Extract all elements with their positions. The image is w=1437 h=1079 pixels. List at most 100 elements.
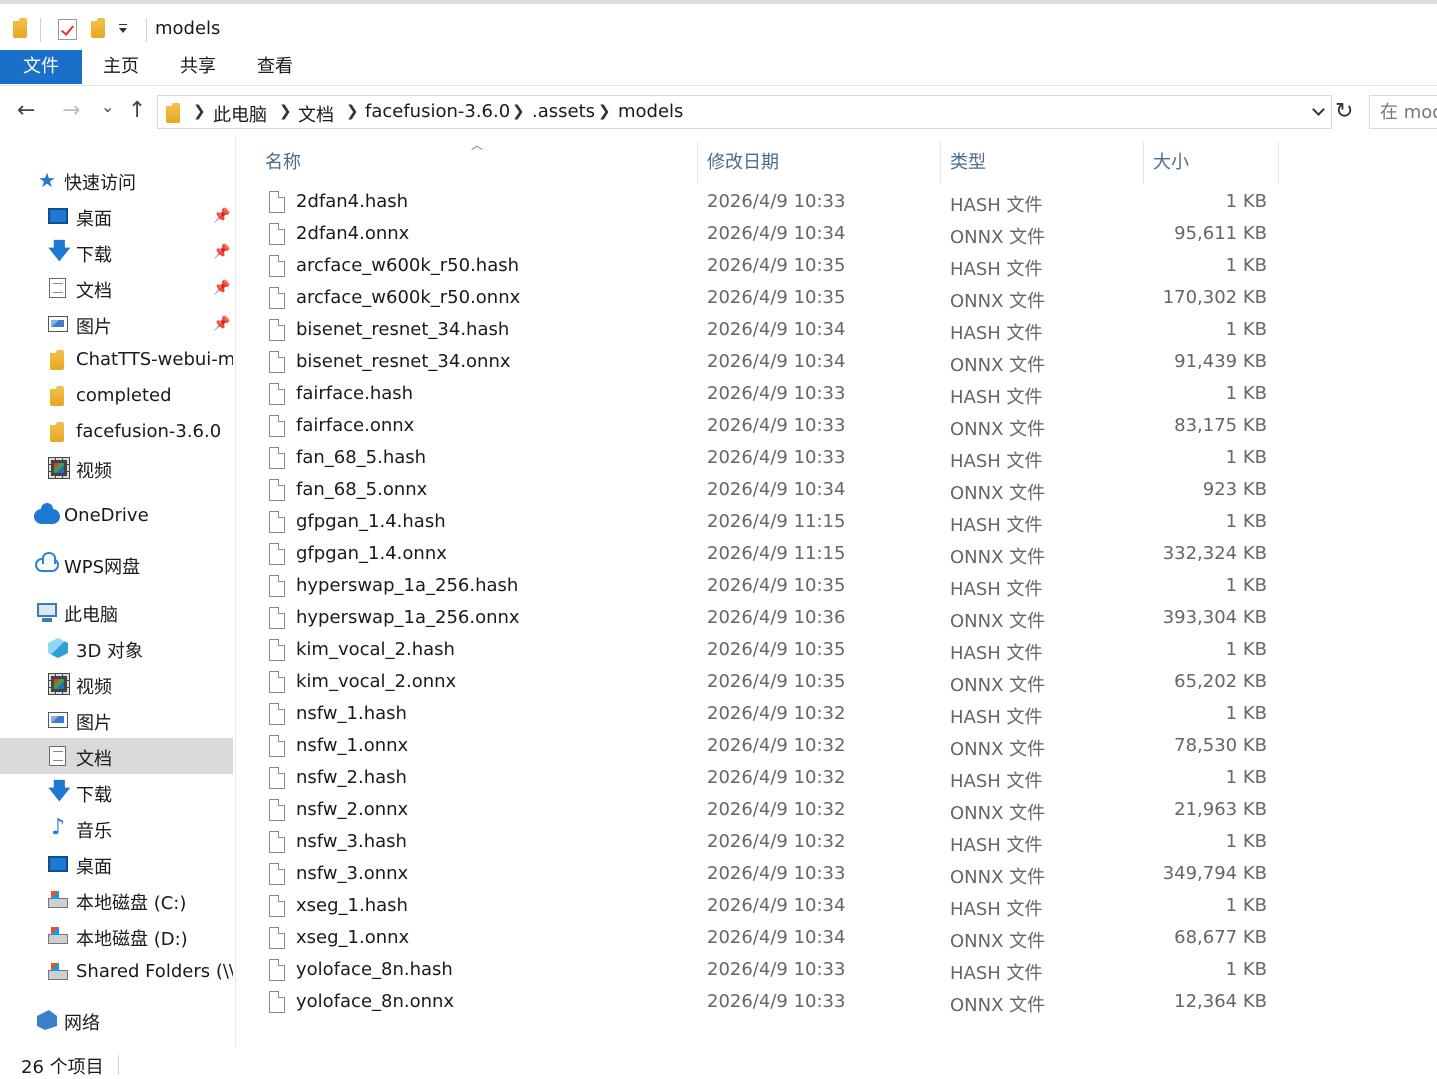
table-row[interactable]: hyperswap_1a_256.hash 2026/4/9 10:35 HASH …	[263, 571, 1279, 603]
file-size: 1 KB	[1225, 831, 1267, 852]
address-dropdown-icon[interactable]	[1312, 103, 1325, 116]
pin-icon[interactable]: 📌	[213, 208, 230, 224]
sidebar-item-3d-objects[interactable]: 3D 对象	[0, 630, 233, 666]
column-header-date[interactable]: 修改日期	[707, 148, 779, 174]
sidebar-item-desktop[interactable]: 桌面 📌	[0, 198, 233, 234]
breadcrumb-documents[interactable]: 文档	[298, 101, 334, 127]
back-button[interactable]: ←	[17, 100, 35, 122]
sidebar-item-label: WPS网盘	[64, 557, 141, 578]
table-row[interactable]: fan_68_5.hash 2026/4/9 10:33 HASH 文件 1 KB	[263, 443, 1279, 475]
column-divider[interactable]	[940, 142, 941, 184]
file-size: 95,611 KB	[1174, 223, 1267, 244]
file-name: arcface_w600k_r50.onnx	[296, 287, 521, 308]
file-date: 2026/4/9 10:32	[707, 831, 846, 852]
table-row[interactable]: gfpgan_1.4.hash 2026/4/9 11:15 HASH 文件 1 KB	[263, 507, 1279, 539]
forward-button[interactable]: →	[62, 100, 80, 122]
sidebar-item-quick-access[interactable]: ★ 快速访问	[0, 162, 233, 198]
sidebar-item-videos-pc[interactable]: 视频	[0, 666, 233, 702]
table-row[interactable]: yoloface_8n.hash 2026/4/9 10:33 HASH 文件 1 K…	[263, 955, 1279, 987]
sidebar-item-drive-c[interactable]: 本地磁盘 (C:)	[0, 882, 233, 918]
sidebar-item-label: 下载	[76, 785, 112, 806]
sidebar-item-downloads[interactable]: 🡇 下载 📌	[0, 234, 233, 270]
pin-icon[interactable]: 📌	[213, 316, 230, 332]
sidebar-item-chattts[interactable]: ChatTTS-webui-m	[0, 342, 233, 378]
file-size: 923 KB	[1202, 479, 1267, 500]
table-row[interactable]: 2dfan4.onnx 2026/4/9 10:34 ONNX 文件 95,611 K…	[263, 219, 1279, 251]
recent-locations-dropdown[interactable]: ⌄	[101, 96, 114, 118]
breadcrumb-assets[interactable]: .assets	[532, 101, 595, 122]
sidebar-item-pictures[interactable]: 图片 📌	[0, 306, 233, 342]
table-row[interactable]: arcface_w600k_r50.hash 2026/4/9 10:35 HASH…	[263, 251, 1279, 283]
file-name: xseg_1.hash	[296, 895, 408, 916]
sidebar-item-documents-pc[interactable]: 文档	[0, 738, 233, 774]
table-row[interactable]: bisenet_resnet_34.hash 2026/4/9 10:34 HASH…	[263, 315, 1279, 347]
sidebar-item-this-pc[interactable]: 此电脑	[0, 594, 233, 630]
breadcrumb-this-pc[interactable]: 此电脑	[213, 101, 267, 127]
file-name: bisenet_resnet_34.onnx	[296, 351, 511, 372]
refresh-button[interactable]: ↻	[1335, 99, 1353, 124]
table-row[interactable]: nsfw_3.hash 2026/4/9 10:32 HASH 文件 1 KB	[263, 827, 1279, 859]
column-header-size[interactable]: 大小	[1153, 148, 1189, 174]
table-row[interactable]: gfpgan_1.4.onnx 2026/4/9 11:15 ONNX 文件 332,…	[263, 539, 1279, 571]
file-size: 1 KB	[1225, 895, 1267, 916]
file-date: 2026/4/9 10:35	[707, 639, 846, 660]
address-bar[interactable]: ❯ 此电脑 ❯ 文档 ❯ facefusion-3.6.0 ❯ .assets …	[157, 95, 1332, 129]
up-button[interactable]: ↑	[128, 100, 146, 122]
pin-icon[interactable]: 📌	[213, 244, 230, 260]
sidebar-item-pictures-pc[interactable]: 图片	[0, 702, 233, 738]
table-row[interactable]: fairface.onnx 2026/4/9 10:33 ONNX 文件 83,175…	[263, 411, 1279, 443]
table-row[interactable]: nsfw_3.onnx 2026/4/9 10:33 ONNX 文件 349,794 …	[263, 859, 1279, 891]
sidebar-item-onedrive[interactable]: OneDrive	[0, 498, 233, 534]
column-divider[interactable]	[697, 142, 698, 184]
table-row[interactable]: kim_vocal_2.onnx 2026/4/9 10:35 ONNX 文件 65,…	[263, 667, 1279, 699]
breadcrumb-facefusion[interactable]: facefusion-3.6.0	[365, 101, 510, 122]
table-row[interactable]: yoloface_8n.onnx 2026/4/9 10:33 ONNX 文件 12,…	[263, 987, 1279, 1019]
table-row[interactable]: fairface.hash 2026/4/9 10:33 HASH 文件 1 KB	[263, 379, 1279, 411]
tab-share[interactable]: 共享	[163, 50, 233, 84]
table-row[interactable]: 2dfan4.hash 2026/4/9 10:33 HASH 文件 1 KB	[263, 187, 1279, 219]
new-folder-icon[interactable]	[91, 18, 105, 38]
column-header-name[interactable]: 名称	[265, 148, 301, 174]
pin-icon[interactable]: 📌	[213, 280, 230, 296]
table-row[interactable]: kim_vocal_2.hash 2026/4/9 10:35 HASH 文件 1 K…	[263, 635, 1279, 667]
table-row[interactable]: hyperswap_1a_256.onnx 2026/4/9 10:36 ONNX …	[263, 603, 1279, 635]
file-size: 68,677 KB	[1174, 927, 1267, 948]
file-name: fan_68_5.hash	[296, 447, 427, 468]
customize-toolbar-dropdown-icon[interactable]	[119, 24, 127, 33]
sidebar-item-videos[interactable]: 视频	[0, 450, 233, 486]
sidebar-item-shared-folders[interactable]: Shared Folders (\\vmware-host)	[0, 954, 233, 990]
sidebar-item-facefusion[interactable]: facefusion-3.6.0	[0, 414, 233, 450]
sidebar-item-documents[interactable]: 文档 📌	[0, 270, 233, 306]
properties-check-icon[interactable]	[58, 19, 77, 40]
table-row[interactable]: nsfw_1.hash 2026/4/9 10:32 HASH 文件 1 KB	[263, 699, 1279, 731]
file-size: 83,175 KB	[1174, 415, 1267, 436]
column-divider[interactable]	[1278, 142, 1279, 184]
sidebar-item-downloads-pc[interactable]: 🡇 下载	[0, 774, 233, 810]
sidebar-item-drive-d[interactable]: 本地磁盘 (D:)	[0, 918, 233, 954]
sidebar-item-wps-drive[interactable]: WPS网盘	[0, 546, 233, 582]
search-input[interactable]	[1369, 95, 1437, 129]
table-row[interactable]: bisenet_resnet_34.onnx 2026/4/9 10:34 ONNX…	[263, 347, 1279, 379]
file-name: hyperswap_1a_256.onnx	[296, 607, 520, 628]
table-row[interactable]: xseg_1.onnx 2026/4/9 10:34 ONNX 文件 68,677 K…	[263, 923, 1279, 955]
sidebar-item-desktop-pc[interactable]: 桌面	[0, 846, 233, 882]
table-row[interactable]: fan_68_5.onnx 2026/4/9 10:34 ONNX 文件 923 KB	[263, 475, 1279, 507]
sidebar-item-completed[interactable]: completed	[0, 378, 233, 414]
file-icon	[269, 383, 285, 405]
table-row[interactable]: arcface_w600k_r50.onnx 2026/4/9 10:35 ONNX…	[263, 283, 1279, 315]
column-divider[interactable]	[1143, 142, 1144, 184]
table-row[interactable]: nsfw_2.onnx 2026/4/9 10:32 ONNX 文件 21,963 K…	[263, 795, 1279, 827]
star-icon: ★	[38, 168, 56, 192]
sidebar-item-music[interactable]: ♪ 音乐	[0, 810, 233, 846]
table-row[interactable]: xseg_1.hash 2026/4/9 10:34 HASH 文件 1 KB	[263, 891, 1279, 923]
file-name: kim_vocal_2.hash	[296, 639, 455, 660]
tab-file[interactable]: 文件	[0, 50, 82, 84]
tab-view[interactable]: 查看	[240, 50, 310, 84]
table-row[interactable]: nsfw_1.onnx 2026/4/9 10:32 ONNX 文件 78,530 K…	[263, 731, 1279, 763]
tab-home[interactable]: 主页	[86, 50, 156, 84]
table-row[interactable]: nsfw_2.hash 2026/4/9 10:32 HASH 文件 1 KB	[263, 763, 1279, 795]
breadcrumb-models[interactable]: models	[618, 101, 683, 122]
column-header-type[interactable]: 类型	[950, 148, 986, 174]
sidebar-item-network[interactable]: 网络	[0, 1002, 233, 1038]
file-date: 2026/4/9 10:33	[707, 383, 846, 404]
